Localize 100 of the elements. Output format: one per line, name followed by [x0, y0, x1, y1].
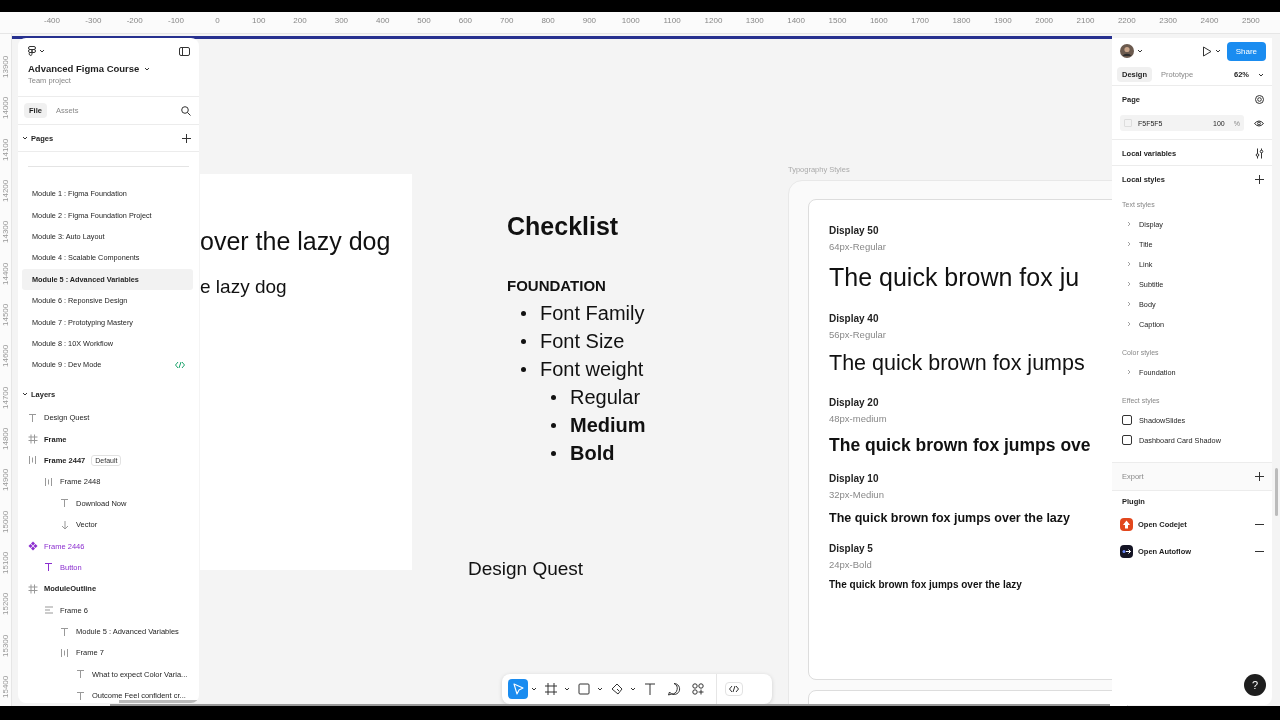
stack-icon [44, 605, 54, 616]
ruler-label: 14700 [1, 385, 11, 411]
chevron-down-icon[interactable] [22, 135, 28, 141]
sample-text: The quick brown fox jumps over the lazy [829, 579, 1023, 590]
plus-icon[interactable] [1255, 472, 1264, 481]
text-icon [60, 498, 70, 509]
file-title[interactable]: Advanced Figma Course [28, 63, 190, 74]
ruler-label: 300 [333, 16, 350, 25]
ruler-label: 1900 [992, 16, 1013, 25]
style-icon[interactable] [1255, 94, 1264, 104]
text-icon [76, 690, 86, 701]
minus-icon[interactable] [1255, 550, 1264, 553]
ruler-label: 900 [581, 16, 598, 25]
ruler-label: 2400 [1199, 16, 1220, 25]
eye-icon[interactable] [1254, 119, 1264, 127]
ruler-label: 1800 [951, 16, 972, 25]
code-icon [729, 685, 739, 693]
style-spec: 56px-Regular [829, 329, 888, 342]
caret-icon[interactable] [1214, 49, 1221, 53]
text-icon [642, 681, 658, 697]
sliders-icon[interactable] [1255, 147, 1264, 159]
ruler-label: 400 [375, 16, 391, 25]
dev-mode-toggle[interactable] [725, 682, 743, 696]
bullet-icon [551, 450, 556, 456]
plus-icon[interactable] [1255, 174, 1264, 184]
bullet-icon [551, 394, 556, 400]
ruler-label: 14000 [1, 96, 11, 122]
help-button[interactable]: ? [1244, 674, 1266, 696]
caret-icon[interactable] [1258, 72, 1264, 77]
frame-icon [28, 583, 38, 594]
canvas-text: over the lazy dog [200, 227, 392, 256]
text-icon [44, 562, 54, 573]
style-spec: 32px-Mediun [829, 489, 885, 502]
ruler-label: 15400 [1, 674, 11, 701]
caret-icon[interactable] [630, 687, 636, 691]
caret-icon[interactable] [531, 687, 537, 691]
checklist-item: Bold [570, 441, 615, 465]
caret-icon[interactable] [597, 687, 603, 691]
ruler-label: 2100 [1075, 16, 1096, 25]
ruler-label: 14500 [1, 302, 11, 329]
chevron-right-icon [1127, 221, 1131, 227]
account-button[interactable] [1120, 44, 1143, 58]
ruler-label: 2300 [1158, 16, 1179, 25]
ruler-label: 0 [214, 16, 221, 25]
chevron-right-icon [1127, 321, 1131, 327]
ruler-label: 15000 [1, 509, 11, 535]
sample-text: The quick brown fox ju [829, 263, 1081, 293]
checklist-item: Font Size [540, 329, 625, 353]
caret-icon[interactable] [144, 66, 151, 71]
style-spec: 48px-medium [829, 413, 888, 426]
canvas-text: Design Quest [468, 558, 584, 580]
ruler-label: 1500 [827, 16, 848, 25]
logo-icon [28, 45, 36, 57]
ruler-label: 1000 [620, 16, 641, 25]
caret-icon[interactable] [1137, 49, 1143, 53]
caret-icon[interactable] [39, 49, 45, 53]
checklist-item: Medium [570, 413, 646, 437]
chevron-down-icon[interactable] [22, 391, 28, 397]
style-name: Display 40 [829, 313, 880, 326]
ruler-label: 13900 [1, 54, 11, 81]
checklist-item: Font weight [540, 357, 644, 381]
checklist-item: Font Family [540, 301, 645, 325]
present-button[interactable] [1201, 45, 1221, 57]
ruler-label: 14900 [1, 468, 11, 494]
chevron-right-icon [1127, 261, 1131, 267]
pen-icon [609, 681, 625, 697]
bullet-icon [521, 366, 526, 372]
ruler-label: 14600 [1, 344, 11, 370]
actions-icon [690, 681, 706, 697]
scrollbar [1275, 468, 1278, 516]
ruler-label: -100 [167, 16, 185, 25]
minus-icon[interactable] [1255, 523, 1264, 526]
style-spec: 24px-Bold [829, 559, 873, 572]
ruler-label: 15200 [1, 592, 11, 618]
auto-layout-icon [44, 476, 54, 487]
ruler-label: 1600 [868, 16, 889, 25]
ruler-label: 600 [457, 16, 474, 25]
ruler-label: 200 [292, 16, 308, 25]
auto-layout-icon [28, 455, 38, 466]
caret-icon[interactable] [564, 687, 570, 691]
main-menu-button[interactable] [28, 45, 45, 57]
ruler-label: 15100 [1, 550, 11, 577]
chevron-right-icon [1127, 281, 1131, 287]
sample-text: The quick brown fox jumps [829, 351, 1086, 377]
search-icon[interactable] [181, 105, 191, 116]
ruler-label: 2000 [1034, 16, 1055, 25]
play-icon [1201, 45, 1212, 57]
text-icon [60, 626, 70, 637]
style-spec: 64px-Regular [829, 241, 888, 254]
arrow-down-icon [60, 519, 70, 530]
ruler-label: -200 [125, 16, 144, 25]
sidebar-toggle-icon[interactable] [179, 46, 190, 56]
bullet-icon [551, 422, 556, 428]
avatar-icon [1120, 44, 1134, 58]
plus-icon[interactable] [182, 133, 191, 143]
ruler-label: 100 [251, 16, 267, 25]
sample-text: The quick brown fox jumps ove [829, 435, 1092, 457]
checklist-item: Regular [570, 385, 641, 409]
style-name: Display 5 [829, 543, 874, 556]
frame-icon [28, 434, 38, 445]
